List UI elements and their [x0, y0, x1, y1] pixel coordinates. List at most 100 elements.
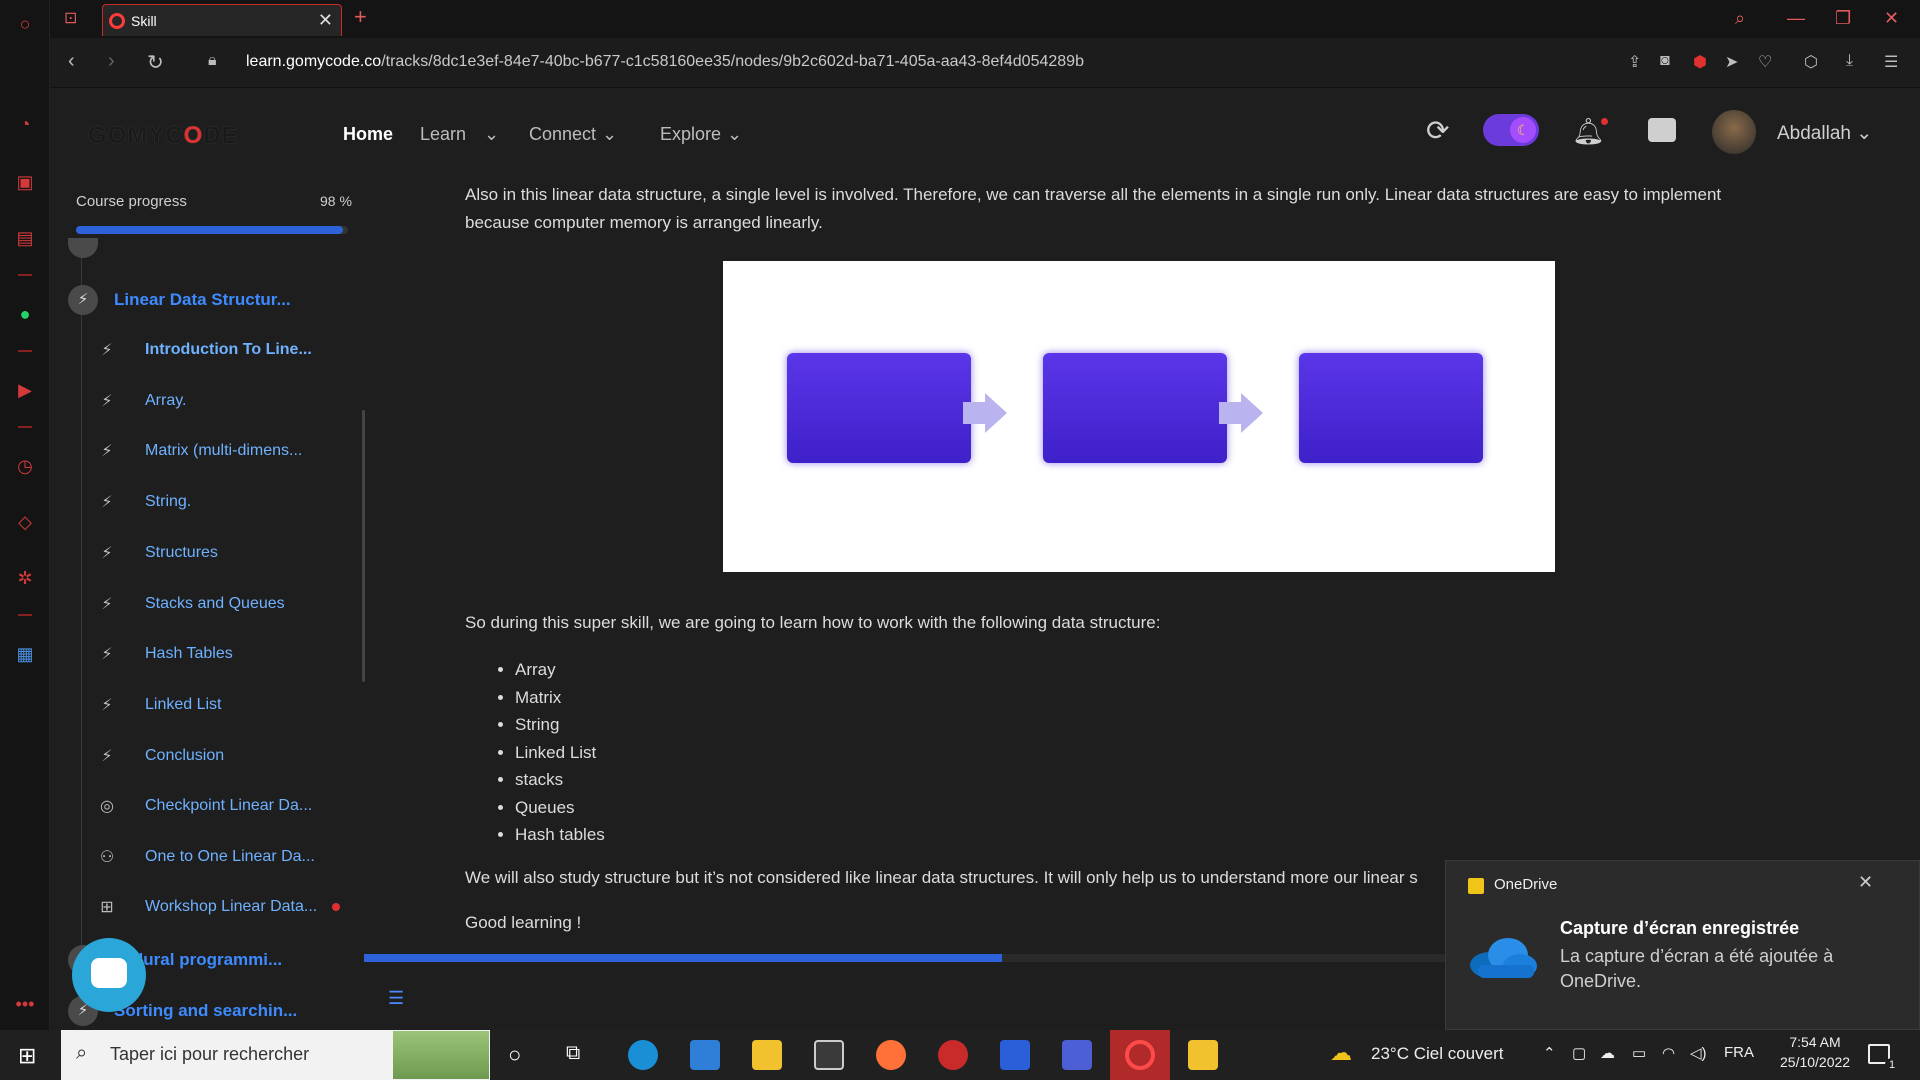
module-label: Sorting and searchin...	[114, 1001, 298, 1020]
twitch-icon[interactable]: ▤	[13, 226, 37, 250]
nav-connect[interactable]: Connect ⌄	[529, 124, 617, 145]
messages-icon[interactable]	[1648, 118, 1676, 142]
task-view-icon[interactable]: ⧉	[566, 1042, 580, 1065]
lesson-item[interactable]: ⚡︎ Hash Tables	[96, 641, 232, 667]
player-icon[interactable]: ▶	[13, 378, 37, 402]
data-structure-list: ArrayMatrixStringLinked ListstacksQueues…	[515, 656, 605, 849]
lesson-item[interactable]: ◎ Checkpoint Linear Da...	[96, 793, 312, 819]
tray-chevron-icon[interactable]: ⌃	[1543, 1044, 1556, 1062]
clock[interactable]: 7:54 AM 25/10/2022	[1780, 1034, 1850, 1070]
timeline-line	[81, 250, 82, 1010]
sidebar-divider	[18, 274, 32, 276]
lesson-item[interactable]: ⚡︎ Array.	[96, 388, 186, 414]
lesson-item[interactable]: ⚡︎ Structures	[96, 540, 218, 566]
new-tab-icon[interactable]: +	[354, 4, 367, 30]
lesson-item[interactable]: ⚡︎ Introduction To Line...	[96, 337, 311, 363]
forward-icon[interactable]: ›	[108, 50, 115, 73]
firefox-icon[interactable]	[876, 1040, 906, 1070]
lesson-label: String.	[145, 493, 192, 510]
store-icon[interactable]	[814, 1040, 844, 1070]
avatar[interactable]	[1712, 110, 1756, 154]
bolt-icon: ⚡︎	[101, 494, 113, 511]
logo-text-b: O	[183, 122, 204, 149]
user-menu[interactable]: Abdallah ⌄	[1777, 122, 1872, 145]
chat-widget-button[interactable]	[72, 938, 146, 1012]
edge-icon[interactable]	[628, 1040, 658, 1070]
wifi-icon[interactable]: ◠	[1662, 1044, 1675, 1062]
module-current[interactable]: ⚡︎ Linear Data Structur...	[68, 285, 291, 315]
snapshot-icon[interactable]: ◙	[1660, 52, 1670, 70]
lesson-item[interactable]: ⚡︎ Matrix (multi-dimens...	[96, 438, 302, 464]
opera-logo-icon[interactable]: ○	[13, 12, 37, 36]
lock-icon[interactable]: 🔒︎	[208, 52, 217, 70]
gomycode-logo[interactable]: GOMYCODE	[88, 122, 239, 150]
download-icon[interactable]: ⤓	[1846, 52, 1853, 70]
gamepad-icon[interactable]: ⊡	[64, 8, 77, 28]
close-tab-icon[interactable]: ✕	[318, 10, 333, 31]
weather-icon[interactable]: ☁	[1330, 1040, 1352, 1066]
translate-icon[interactable]: ▦	[13, 642, 37, 666]
search-tabs-icon[interactable]: ⌕	[1735, 8, 1745, 29]
volume-icon[interactable]: ◁)	[1690, 1044, 1707, 1062]
lesson-label: Conclusion	[145, 747, 225, 764]
adblock-icon[interactable]: ⬢	[1693, 52, 1707, 72]
security-shield-icon[interactable]	[1000, 1040, 1030, 1070]
lesson-item[interactable]: ⊞ Workshop Linear Data...	[96, 894, 317, 920]
toc-icon[interactable]: ☰	[388, 988, 404, 1009]
app-red-icon[interactable]	[938, 1040, 968, 1070]
speed-dial-icon[interactable]: ◔	[13, 112, 37, 136]
people-icon: ⚇	[99, 849, 115, 866]
sidebar-scrollbar[interactable]	[362, 410, 365, 682]
onedrive-tray-icon[interactable]: ☁	[1600, 1044, 1615, 1062]
settings-icon[interactable]: ✲	[13, 566, 37, 590]
history-icon[interactable]: ◷	[13, 454, 37, 478]
lesson-item[interactable]: ⚡︎ Linked List	[96, 692, 221, 718]
nav-explore[interactable]: Explore ⌄	[660, 124, 742, 145]
lesson-item[interactable]: ⚇ One to One Linear Da...	[96, 844, 315, 870]
tab-skill[interactable]: Skill ✕	[102, 4, 342, 36]
course-progress-fill	[76, 226, 343, 234]
workspaces-icon[interactable]: ▣	[13, 170, 37, 194]
share-icon[interactable]: ⇪	[1628, 52, 1641, 72]
module-label: Linear Data Structur...	[114, 290, 291, 309]
nav-home[interactable]: Home	[343, 124, 393, 145]
close-toast-icon[interactable]: ✕	[1858, 872, 1873, 893]
send-icon[interactable]: ➤	[1725, 52, 1738, 72]
back-icon[interactable]: ‹	[68, 50, 75, 73]
language-indicator[interactable]: FRA	[1724, 1044, 1754, 1061]
lesson-item[interactable]: ⚡︎ String.	[96, 489, 191, 515]
lesson-item[interactable]: ⚡︎ Stacks and Queues	[96, 591, 285, 617]
file-explorer-icon[interactable]	[752, 1040, 782, 1070]
more-icon[interactable]: •••	[13, 992, 37, 1016]
nav-learn[interactable]: Learn ⌄	[420, 124, 499, 145]
sync-icon[interactable]: ⟳	[1426, 114, 1449, 147]
teams-icon[interactable]	[1062, 1040, 1092, 1070]
reload-icon[interactable]: ↻	[147, 50, 164, 75]
close-window-icon[interactable]: ✕	[1884, 8, 1899, 29]
lesson-item[interactable]: ⚡︎ Conclusion	[96, 743, 224, 769]
extensions-icon[interactable]: ◇	[13, 510, 37, 534]
notes-icon[interactable]	[1188, 1040, 1218, 1070]
url-field[interactable]: learn.gomycode.co/tracks/8dc1e3ef-84e7-4…	[246, 53, 1084, 71]
url-path: /tracks/8dc1e3ef-84e7-40bc-b677-c1c58160…	[381, 53, 1084, 70]
minimize-icon[interactable]: —	[1787, 8, 1805, 29]
easy-setup-icon[interactable]: ☰	[1884, 52, 1898, 72]
node-box	[1043, 353, 1227, 463]
user-name: Abdallah	[1777, 123, 1851, 144]
weather-text[interactable]: 23°C Ciel couvert	[1371, 1044, 1503, 1064]
chevron-down-icon: ⌄	[602, 124, 618, 144]
extension-cube-icon[interactable]: ⬡	[1804, 52, 1818, 72]
cortana-icon[interactable]: ○	[508, 1042, 521, 1068]
lesson-label: Stacks and Queues	[145, 595, 285, 612]
restore-icon[interactable]: ❐	[1835, 8, 1851, 29]
tab-title: Skill	[131, 13, 157, 29]
bolt-icon: ⚡︎	[68, 285, 98, 315]
lesson-label: Structures	[145, 544, 218, 561]
windows-start-icon[interactable]: ⊞	[18, 1043, 36, 1069]
bookmark-heart-icon[interactable]: ♡	[1758, 52, 1772, 72]
whatsapp-icon[interactable]: ●	[13, 302, 37, 326]
dark-mode-toggle[interactable]: ☾	[1483, 114, 1539, 146]
tray-device-icon[interactable]: ▢	[1572, 1044, 1586, 1062]
mail-icon[interactable]	[690, 1040, 720, 1070]
battery-icon[interactable]: ▭	[1632, 1044, 1646, 1062]
